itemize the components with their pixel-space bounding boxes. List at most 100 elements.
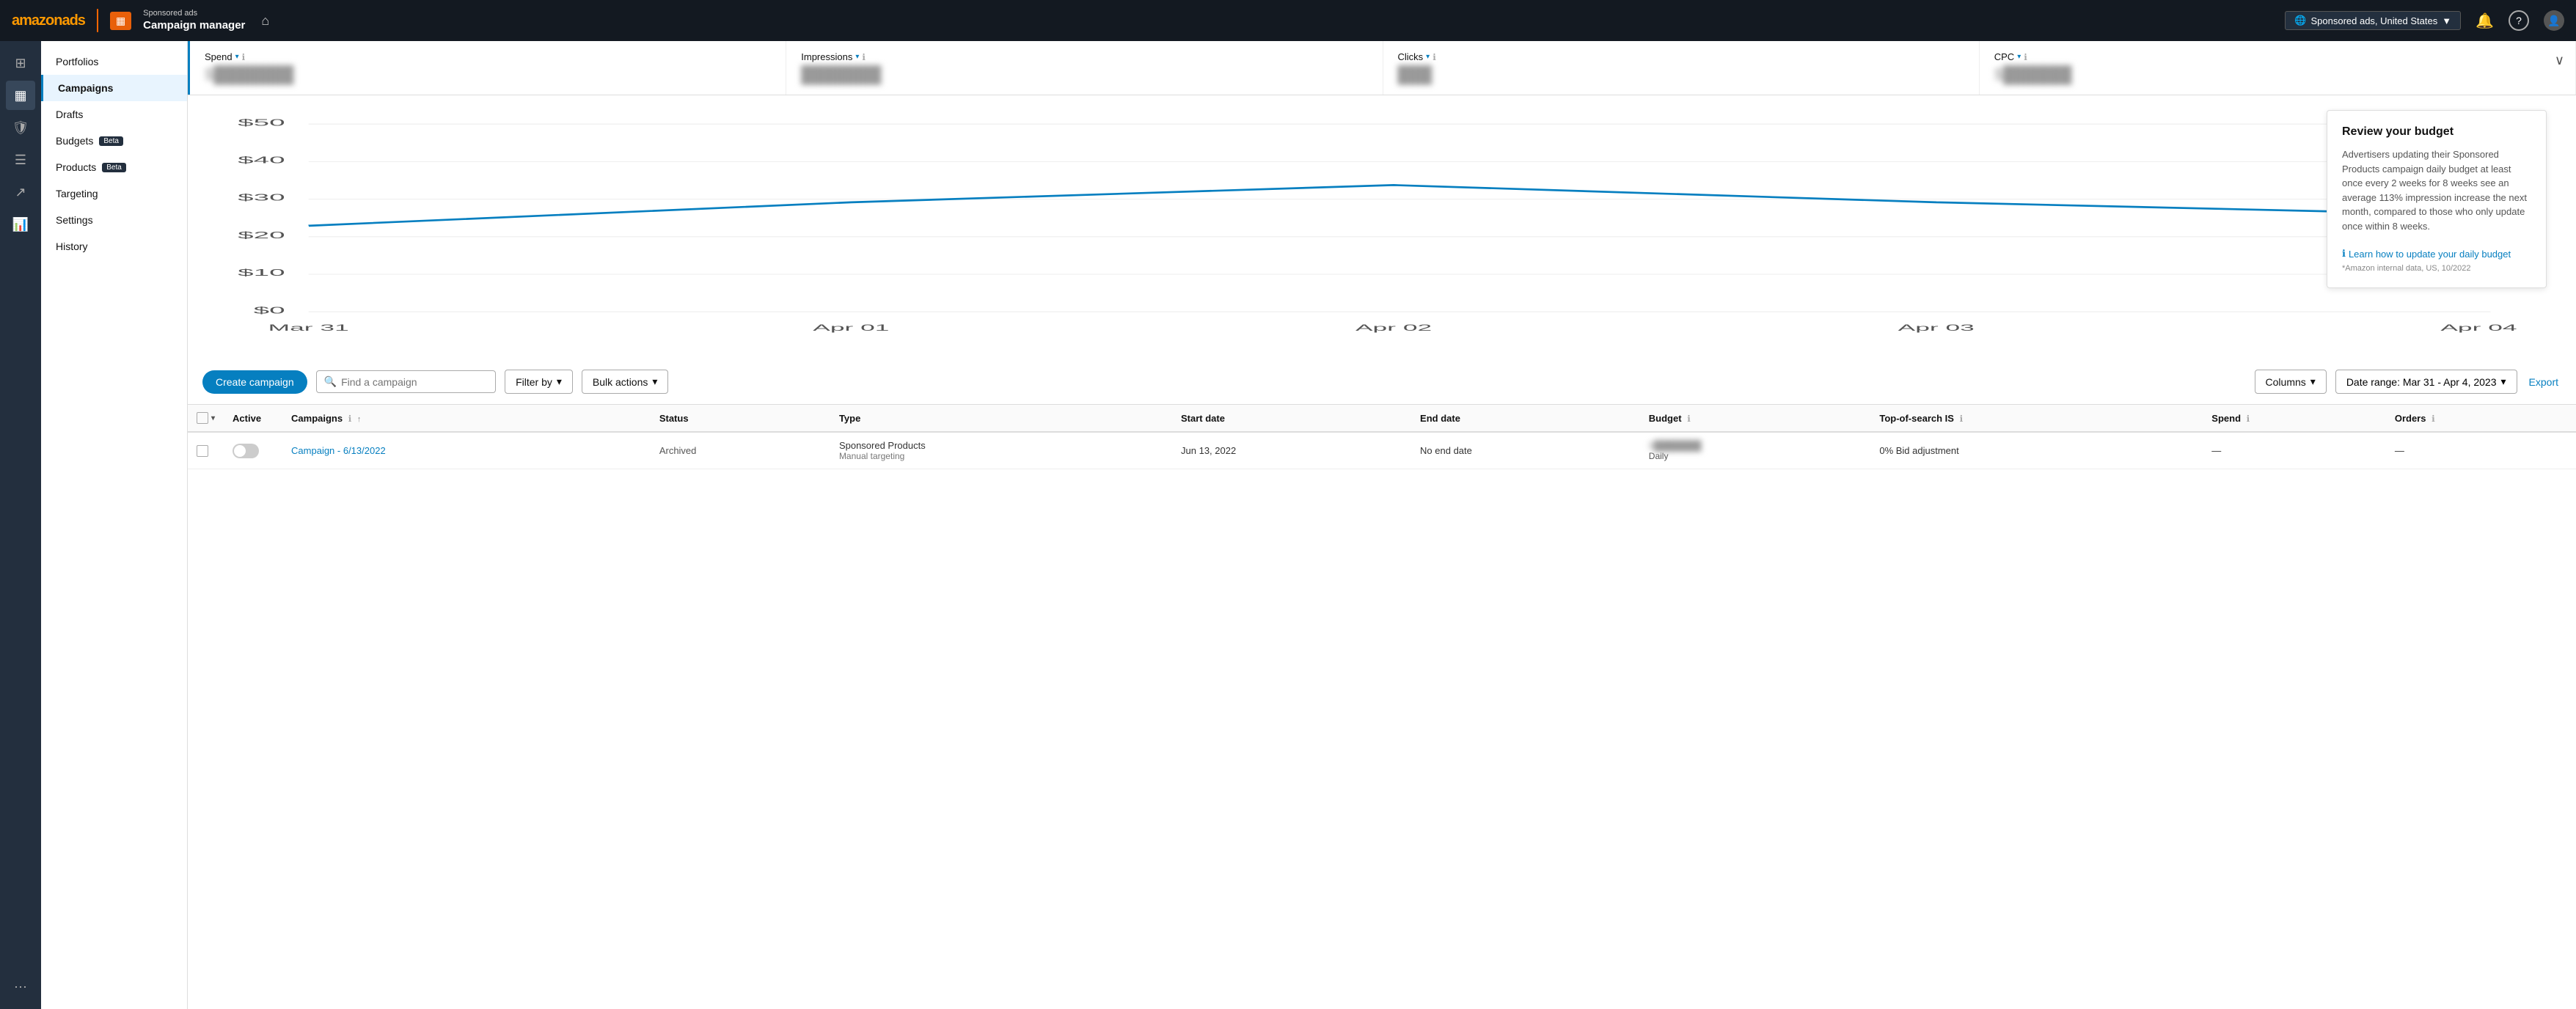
impressions-dropdown-icon[interactable]: ▾ [855,53,859,61]
spend-dropdown-icon[interactable]: ▾ [235,53,239,61]
svg-text:Apr 02: Apr 02 [1355,323,1432,332]
metrics-expand-icon[interactable]: ∨ [2555,53,2564,68]
campaign-name-link[interactable]: Campaign - 6/13/2022 [291,445,386,456]
campaigns-sort-icon[interactable]: ↑ [357,415,362,424]
header-checkbox[interactable] [197,412,208,424]
columns-button[interactable]: Columns ▾ [2255,370,2327,394]
chart-container: $50 $40 $30 $20 $10 $0 Mar 31 [202,110,2561,345]
campaign-end-date: No end date [1420,445,1472,456]
settings-label: Settings [56,214,93,226]
clicks-info-icon[interactable]: ℹ [1432,52,1436,62]
notification-bell-icon[interactable]: 🔔 [2476,12,2494,30]
top-search-header-info-icon[interactable]: ℹ [1960,414,1964,424]
th-status: Status [651,405,830,432]
sidebar-item-settings[interactable]: Settings [41,207,187,233]
campaign-toggle[interactable] [233,444,259,458]
clicks-label: Clicks ▾ ℹ [1398,51,1964,62]
row-status-cell: Archived [651,432,830,469]
account-dropdown-arrow: ▼ [2442,15,2451,26]
user-avatar[interactable]: 👤 [2544,10,2564,31]
th-orders: Orders ℹ [2386,405,2576,432]
filter-dropdown-icon: ▾ [557,375,562,388]
targeting-label: Targeting [56,188,98,199]
nav-product-icon: ▦ [116,15,125,27]
impressions-label: Impressions ▾ ℹ [801,51,1367,62]
sidebar-item-history[interactable]: History [41,233,187,260]
active-header-label: Active [233,413,261,424]
sidebar-icon-trending[interactable]: ↗ [6,177,35,207]
info-circle-icon: ℹ [2342,248,2346,260]
search-input[interactable] [341,376,488,388]
chart-svg: $50 $40 $30 $20 $10 $0 Mar 31 [202,110,2561,345]
create-campaign-button[interactable]: Create campaign [202,370,307,394]
svg-text:$0: $0 [254,305,285,315]
impressions-info-icon[interactable]: ℹ [862,52,866,62]
chart-area: $50 $40 $30 $20 $10 $0 Mar 31 [188,95,2576,359]
spend-label: Spend ▾ ℹ [205,51,771,62]
th-budget: Budget ℹ [1640,405,1871,432]
cpc-dropdown-icon[interactable]: ▾ [2017,53,2021,61]
export-button[interactable]: Export [2526,371,2561,393]
budgets-label: Budgets [56,135,93,147]
spend-value: $███████ [205,65,771,84]
th-top-search: Top-of-search IS ℹ [1870,405,2203,432]
th-checkbox: ▾ [188,405,224,432]
history-label: History [56,241,88,252]
clicks-dropdown-icon[interactable]: ▾ [1426,53,1430,61]
sidebar-icons: ⊞ ▦ 🛡 ☰ ↗ 📊 ⋯ [0,41,41,1009]
budget-header-info-icon[interactable]: ℹ [1687,414,1691,424]
nav-right-area: 🌐 Sponsored ads, United States ▼ 🔔 ? 👤 [2285,10,2564,31]
spend-info-icon[interactable]: ℹ [242,52,246,62]
th-start-date: Start date [1172,405,1411,432]
bulk-actions-button[interactable]: Bulk actions ▾ [582,370,669,394]
account-label: Sponsored ads, United States [2310,15,2437,26]
sidebar-item-portfolios[interactable]: Portfolios [41,48,187,75]
sidebar-item-targeting[interactable]: Targeting [41,180,187,207]
nav-panel: Portfolios Campaigns Drafts Budgets Beta… [41,41,188,1009]
campaigns-header-info-icon[interactable]: ℹ [348,414,352,424]
metric-cpc: CPC ▾ ℹ $██████ [1980,41,2576,95]
campaigns-header-label: Campaigns [291,413,343,424]
row-type-cell: Sponsored Products Manual targeting [830,432,1172,469]
checkbox-dropdown-icon[interactable]: ▾ [211,414,215,422]
sidebar-icon-shield[interactable]: 🛡 [6,113,35,142]
row-top-search-cell: 0% Bid adjustment [1870,432,2203,469]
row-budget-cell: $███████ Daily [1640,432,1871,469]
campaign-toolbar: Create campaign 🔍 Filter by ▾ Bulk actio… [188,359,2576,405]
account-selector[interactable]: 🌐 Sponsored ads, United States ▼ [2285,11,2461,30]
spend-header-info-icon[interactable]: ℹ [2247,414,2250,424]
sidebar-item-campaigns[interactable]: Campaigns [41,75,187,101]
campaign-table: ▾ Active Campaigns ℹ ↑ Status [188,405,2576,469]
sidebar-icon-campaigns[interactable]: ▦ [6,81,35,110]
date-range-label: Date range: Mar 31 - Apr 4, 2023 [2346,376,2497,388]
orders-header-info-icon[interactable]: ℹ [2432,414,2435,424]
th-end-date: End date [1411,405,1640,432]
columns-dropdown-icon: ▾ [2310,375,2316,388]
budget-learn-more-link[interactable]: ℹ Learn how to update your daily budget [2342,248,2531,260]
budget-panel-title: Review your budget [2342,125,2531,139]
budget-review-panel: Review your budget Advertisers updating … [2327,110,2547,288]
help-icon[interactable]: ? [2509,10,2529,31]
svg-text:$20: $20 [238,230,285,241]
sidebar-item-products[interactable]: Products Beta [41,154,187,180]
row-checkbox[interactable] [197,445,208,457]
campaign-budget-period: Daily [1649,451,1862,461]
sidebar-icon-barchart[interactable]: 📊 [6,210,35,239]
cpc-info-icon[interactable]: ℹ [2024,52,2027,62]
campaigns-label: Campaigns [58,82,113,94]
campaign-type-detail: Manual targeting [839,451,1163,461]
end-date-header-label: End date [1420,413,1460,424]
home-icon[interactable]: ⌂ [261,13,269,29]
sidebar-icon-list[interactable]: ☰ [6,145,35,175]
date-range-button[interactable]: Date range: Mar 31 - Apr 4, 2023 ▾ [2335,370,2517,394]
sidebar-item-drafts[interactable]: Drafts [41,101,187,128]
sidebar-item-budgets[interactable]: Budgets Beta [41,128,187,154]
row-orders-cell: — [2386,432,2576,469]
logo-area: amazonads [12,12,85,29]
sidebar-icon-apps[interactable]: ⋯ [6,972,35,1002]
toolbar-right: Columns ▾ Date range: Mar 31 - Apr 4, 20… [2255,370,2561,394]
sidebar-icon-grid[interactable]: ⊞ [6,48,35,78]
row-start-date-cell: Jun 13, 2022 [1172,432,1411,469]
cpc-label: CPC ▾ ℹ [1994,51,2561,62]
filter-by-button[interactable]: Filter by ▾ [505,370,573,394]
